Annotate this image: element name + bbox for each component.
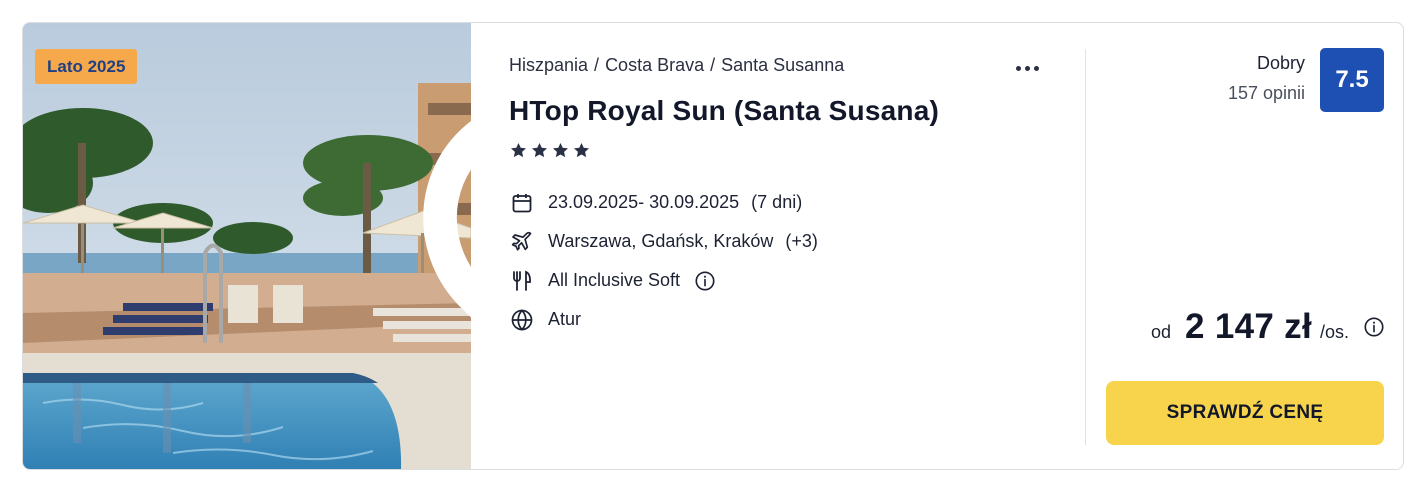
offer-info: Hiszpania / Costa Brava / Santa Susanna HTop… — [509, 23, 1069, 469]
airports-more[interactable]: (+3) — [785, 231, 818, 252]
board-info-icon[interactable] — [694, 270, 716, 292]
rating-word: Dobry — [1256, 53, 1305, 73]
more-dots-icon — [1033, 65, 1039, 71]
airports-row: Warszawa, Gdańsk, Kraków (+3) — [509, 222, 818, 261]
more-options-button[interactable] — [1009, 57, 1045, 79]
price-info-icon[interactable] — [1363, 316, 1385, 338]
breadcrumb-country[interactable]: Hiszpania — [509, 55, 588, 75]
more-dots-icon — [1024, 65, 1030, 71]
price-prefix: od — [1151, 322, 1172, 342]
calendar-icon — [509, 190, 535, 216]
breadcrumb-region[interactable]: Costa Brava — [605, 55, 704, 75]
airports-text: Warszawa, Gdańsk, Kraków — [548, 231, 774, 251]
favorite-button[interactable] — [405, 45, 471, 318]
breadcrumb: Hiszpania / Costa Brava / Santa Susanna — [509, 55, 844, 76]
rating-summary[interactable]: Dobry 157 opinii — [1228, 51, 1305, 105]
operator-text: Atur — [548, 309, 582, 329]
breadcrumb-city[interactable]: Santa Susanna — [721, 55, 844, 75]
hotel-photo[interactable]: Lato 2025 — [23, 23, 471, 469]
hotel-name[interactable]: HTop Royal Sun (Santa Susana) — [509, 95, 939, 127]
rating-count[interactable]: 157 opinii — [1228, 81, 1305, 105]
star-icon — [531, 142, 548, 158]
price-suffix: /os. — [1319, 322, 1349, 342]
more-dots-icon — [1015, 65, 1021, 71]
cutlery-icon — [509, 268, 535, 294]
operator-row: Atur — [509, 300, 818, 339]
rating-score-badge: 7.5 — [1320, 48, 1384, 112]
offer-details: 23.09.2025- 30.09.2025 (7 dni) Warszawa,… — [509, 183, 818, 339]
hotel-stars — [509, 141, 591, 160]
star-icon — [510, 142, 527, 158]
globe-icon — [509, 307, 535, 333]
star-icon — [573, 142, 590, 158]
board-row: All Inclusive Soft — [509, 261, 818, 300]
check-price-button[interactable]: SPRAWDŹ CENĘ — [1106, 381, 1384, 445]
dates-text: 23.09.2025- 30.09.2025 — [548, 192, 740, 212]
hotel-photo-image — [23, 23, 471, 469]
plane-icon — [509, 229, 535, 255]
duration-text: (7 dni) — [751, 192, 803, 212]
board-text: All Inclusive Soft — [548, 270, 681, 290]
season-badge: Lato 2025 — [35, 49, 138, 84]
star-icon — [552, 142, 569, 158]
breadcrumb-separator: / — [594, 55, 600, 75]
heart-icon — [423, 121, 471, 318]
offer-card[interactable]: Lato 2025 Hiszpania / Costa Brava / Santa Su… — [22, 22, 1404, 470]
price-value: 2 147 zł — [1185, 307, 1312, 346]
dates-row: 23.09.2025- 30.09.2025 (7 dni) — [509, 183, 818, 222]
column-divider — [1085, 49, 1086, 445]
breadcrumb-separator: / — [710, 55, 716, 75]
price-line: od 2 147 zł /os. — [1151, 307, 1385, 347]
